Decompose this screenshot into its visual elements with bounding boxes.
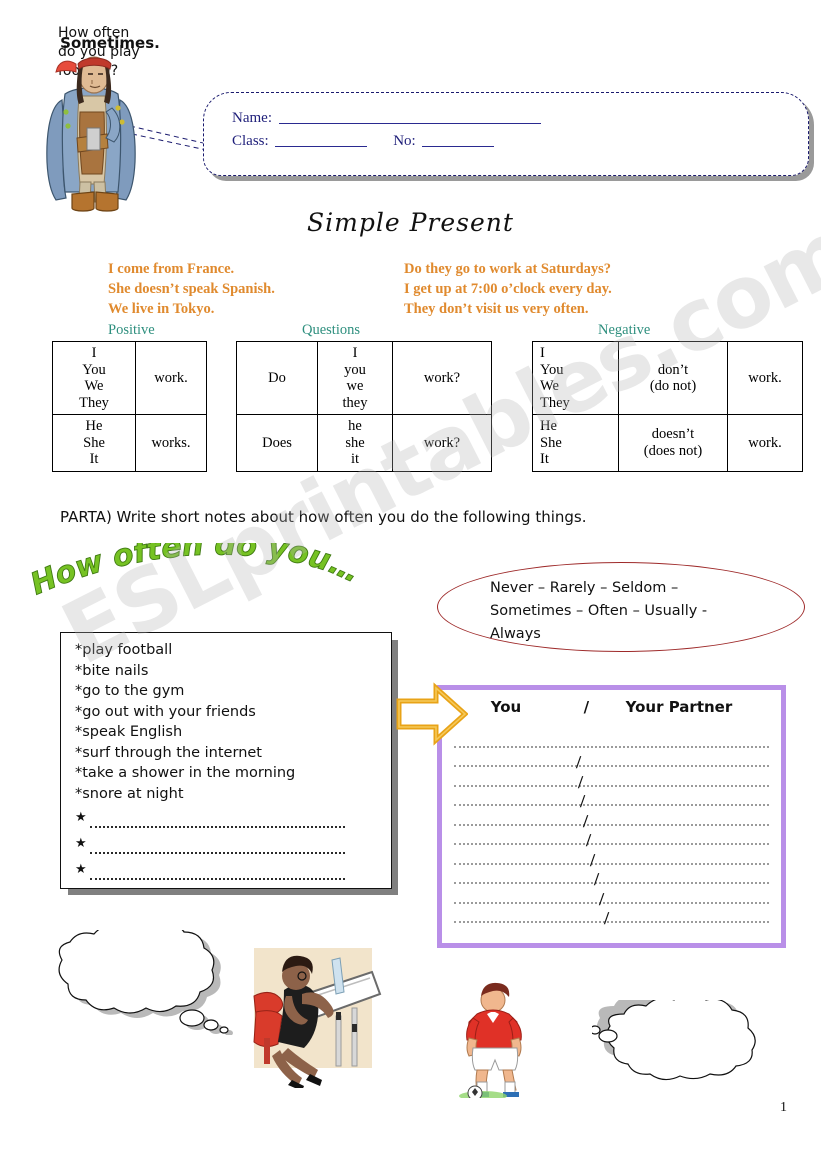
- cell-subjects: he she it: [317, 414, 393, 472]
- class-row: Class: No:: [232, 130, 798, 153]
- answer-thought-bubble: [592, 1000, 756, 1081]
- pirate-clipart: [46, 56, 136, 212]
- answer-lines: / / / / / / / / /: [454, 730, 769, 928]
- example-sentence: We live in Tokyo.: [108, 301, 215, 317]
- activity-blank-line[interactable]: [89, 812, 345, 828]
- cell-subjects: I You We They: [532, 341, 619, 415]
- answer-row[interactable]: /: [454, 789, 769, 810]
- activity-item: *go to the gym: [75, 683, 185, 699]
- answer-row[interactable]: [454, 730, 769, 750]
- activity-blank-row[interactable]: ★: [75, 834, 381, 854]
- activity-item: *snore at night: [75, 785, 184, 802]
- table-row: I You We They don’t (do not) work.: [532, 341, 803, 415]
- class-input-rule[interactable]: [275, 133, 368, 147]
- cell-auxiliary: Does: [236, 414, 318, 472]
- svg-text:How often do you……?: How often do you……?: [28, 543, 365, 602]
- activities-box: *play football *bite nails *go to the gy…: [60, 632, 392, 889]
- activity-blank-row[interactable]: ★: [75, 808, 381, 828]
- answer-row[interactable]: /: [454, 808, 769, 830]
- cell-verb: work?: [392, 414, 492, 472]
- example-sentence: Do they go to work at Saturdays?: [404, 261, 612, 277]
- example-sentence: She doesn’t speak Spanish.: [108, 281, 275, 297]
- soccer-player-clipart: [459, 982, 522, 1098]
- name-label: Name:: [232, 110, 272, 126]
- activity-item: *surf through the internet: [75, 744, 262, 761]
- cell-verb: work.: [135, 341, 207, 415]
- label-questions: Questions: [302, 322, 360, 338]
- star-bullet-icon: ★: [75, 810, 87, 825]
- table-questions: Do Iyou we they work? Does he she it work?: [236, 341, 492, 472]
- cell-subjects: Iyou we they: [317, 341, 393, 415]
- answer-row[interactable]: /: [454, 750, 769, 771]
- examples-left: I come from France. She doesn’t speak Sp…: [108, 259, 275, 319]
- cell-subjects: He She It: [532, 414, 619, 472]
- name-row: Name:: [232, 107, 798, 130]
- activity-blank-line[interactable]: [89, 864, 345, 880]
- cell-auxiliary: Do: [236, 341, 318, 415]
- question-thought-bubble: [58, 930, 233, 1035]
- no-input-rule[interactable]: [422, 133, 495, 147]
- wordart-text: How often do you……?: [28, 543, 366, 603]
- star-bullet-icon: ★: [75, 836, 87, 851]
- example-sentence: They don’t visit us very often.: [404, 301, 589, 317]
- answer-row[interactable]: /: [454, 906, 769, 928]
- row-slash: /: [603, 908, 610, 928]
- part-a-instruction: PARTA) Write short notes about how often…: [60, 508, 587, 526]
- table-positive: I You We They work. He She It works.: [52, 341, 207, 472]
- adverb-line: Never – Rarely – Seldom –: [490, 580, 679, 596]
- activity-item: *go out with your friends: [75, 703, 256, 720]
- class-label: Class:: [232, 133, 269, 149]
- adverb-line: Sometimes – Often – Usually -: [490, 603, 708, 619]
- cell-verb: work?: [392, 341, 492, 415]
- label-negative: Negative: [598, 322, 651, 338]
- cell-subjects: He She It: [52, 414, 136, 472]
- cell-auxiliary: don’t (do not): [618, 341, 728, 415]
- label-positive: Positive: [108, 322, 155, 338]
- header-you: You: [490, 698, 522, 716]
- example-sentence: I get up at 7:00 o’clock every day.: [404, 281, 612, 297]
- cell-auxiliary: doesn’t (does not): [618, 414, 728, 472]
- example-sentence: I come from France.: [108, 261, 235, 277]
- table-row: He She It works.: [52, 414, 207, 472]
- header-slash: /: [583, 698, 590, 716]
- activity-item: *speak English: [75, 724, 183, 740]
- answer-box-header: You / Your Partner: [442, 698, 781, 716]
- activity-item: *take a shower in the morning: [75, 765, 296, 781]
- answer-row[interactable]: /: [454, 828, 769, 849]
- no-label: No:: [393, 133, 416, 149]
- cell-verb: work.: [727, 414, 803, 472]
- answer-row[interactable]: /: [454, 847, 769, 869]
- table-row: He She It doesn’t (does not) work.: [532, 414, 803, 472]
- table-row: I You We They work.: [52, 341, 207, 415]
- worksheet-page: Name: Class: No: Simple Present I come f…: [0, 0, 821, 1169]
- right-arrow-icon: [396, 682, 468, 746]
- activity-blank-line[interactable]: [89, 838, 345, 854]
- cell-subjects: I You We They: [52, 341, 136, 415]
- page-number: 1: [780, 1100, 787, 1115]
- woman-at-drafting-table-clipart: [253, 948, 382, 1088]
- adverbs-ellipse: Never – Rarely – Seldom – Sometimes – Of…: [437, 562, 805, 652]
- answer-row[interactable]: /: [454, 886, 769, 908]
- name-input-rule[interactable]: [278, 110, 541, 124]
- activity-item: *play football: [75, 642, 173, 658]
- answer-row[interactable]: /: [454, 867, 769, 888]
- header-partner: Your Partner: [625, 698, 733, 716]
- cell-verb: work.: [727, 341, 803, 415]
- table-negative: I You We They don’t (do not) work. He She It d…: [532, 341, 803, 472]
- activity-blank-row[interactable]: ★: [75, 860, 381, 880]
- table-row: Does he she it work?: [236, 414, 492, 472]
- activity-item: *bite nails: [75, 662, 149, 679]
- student-info-box: Name: Class: No:: [203, 92, 809, 176]
- table-row: Do Iyou we they work?: [236, 341, 492, 415]
- answer-row[interactable]: /: [454, 769, 769, 791]
- examples-right: Do they go to work at Saturdays? I get u…: [404, 259, 612, 319]
- adverb-line: Always: [490, 626, 541, 642]
- answer-box: You / Your Partner / / / / / / / / /: [437, 685, 786, 948]
- star-bullet-icon: ★: [75, 862, 87, 877]
- wordart-how-often: How often do you……?: [28, 543, 366, 603]
- cell-verb: works.: [135, 414, 207, 472]
